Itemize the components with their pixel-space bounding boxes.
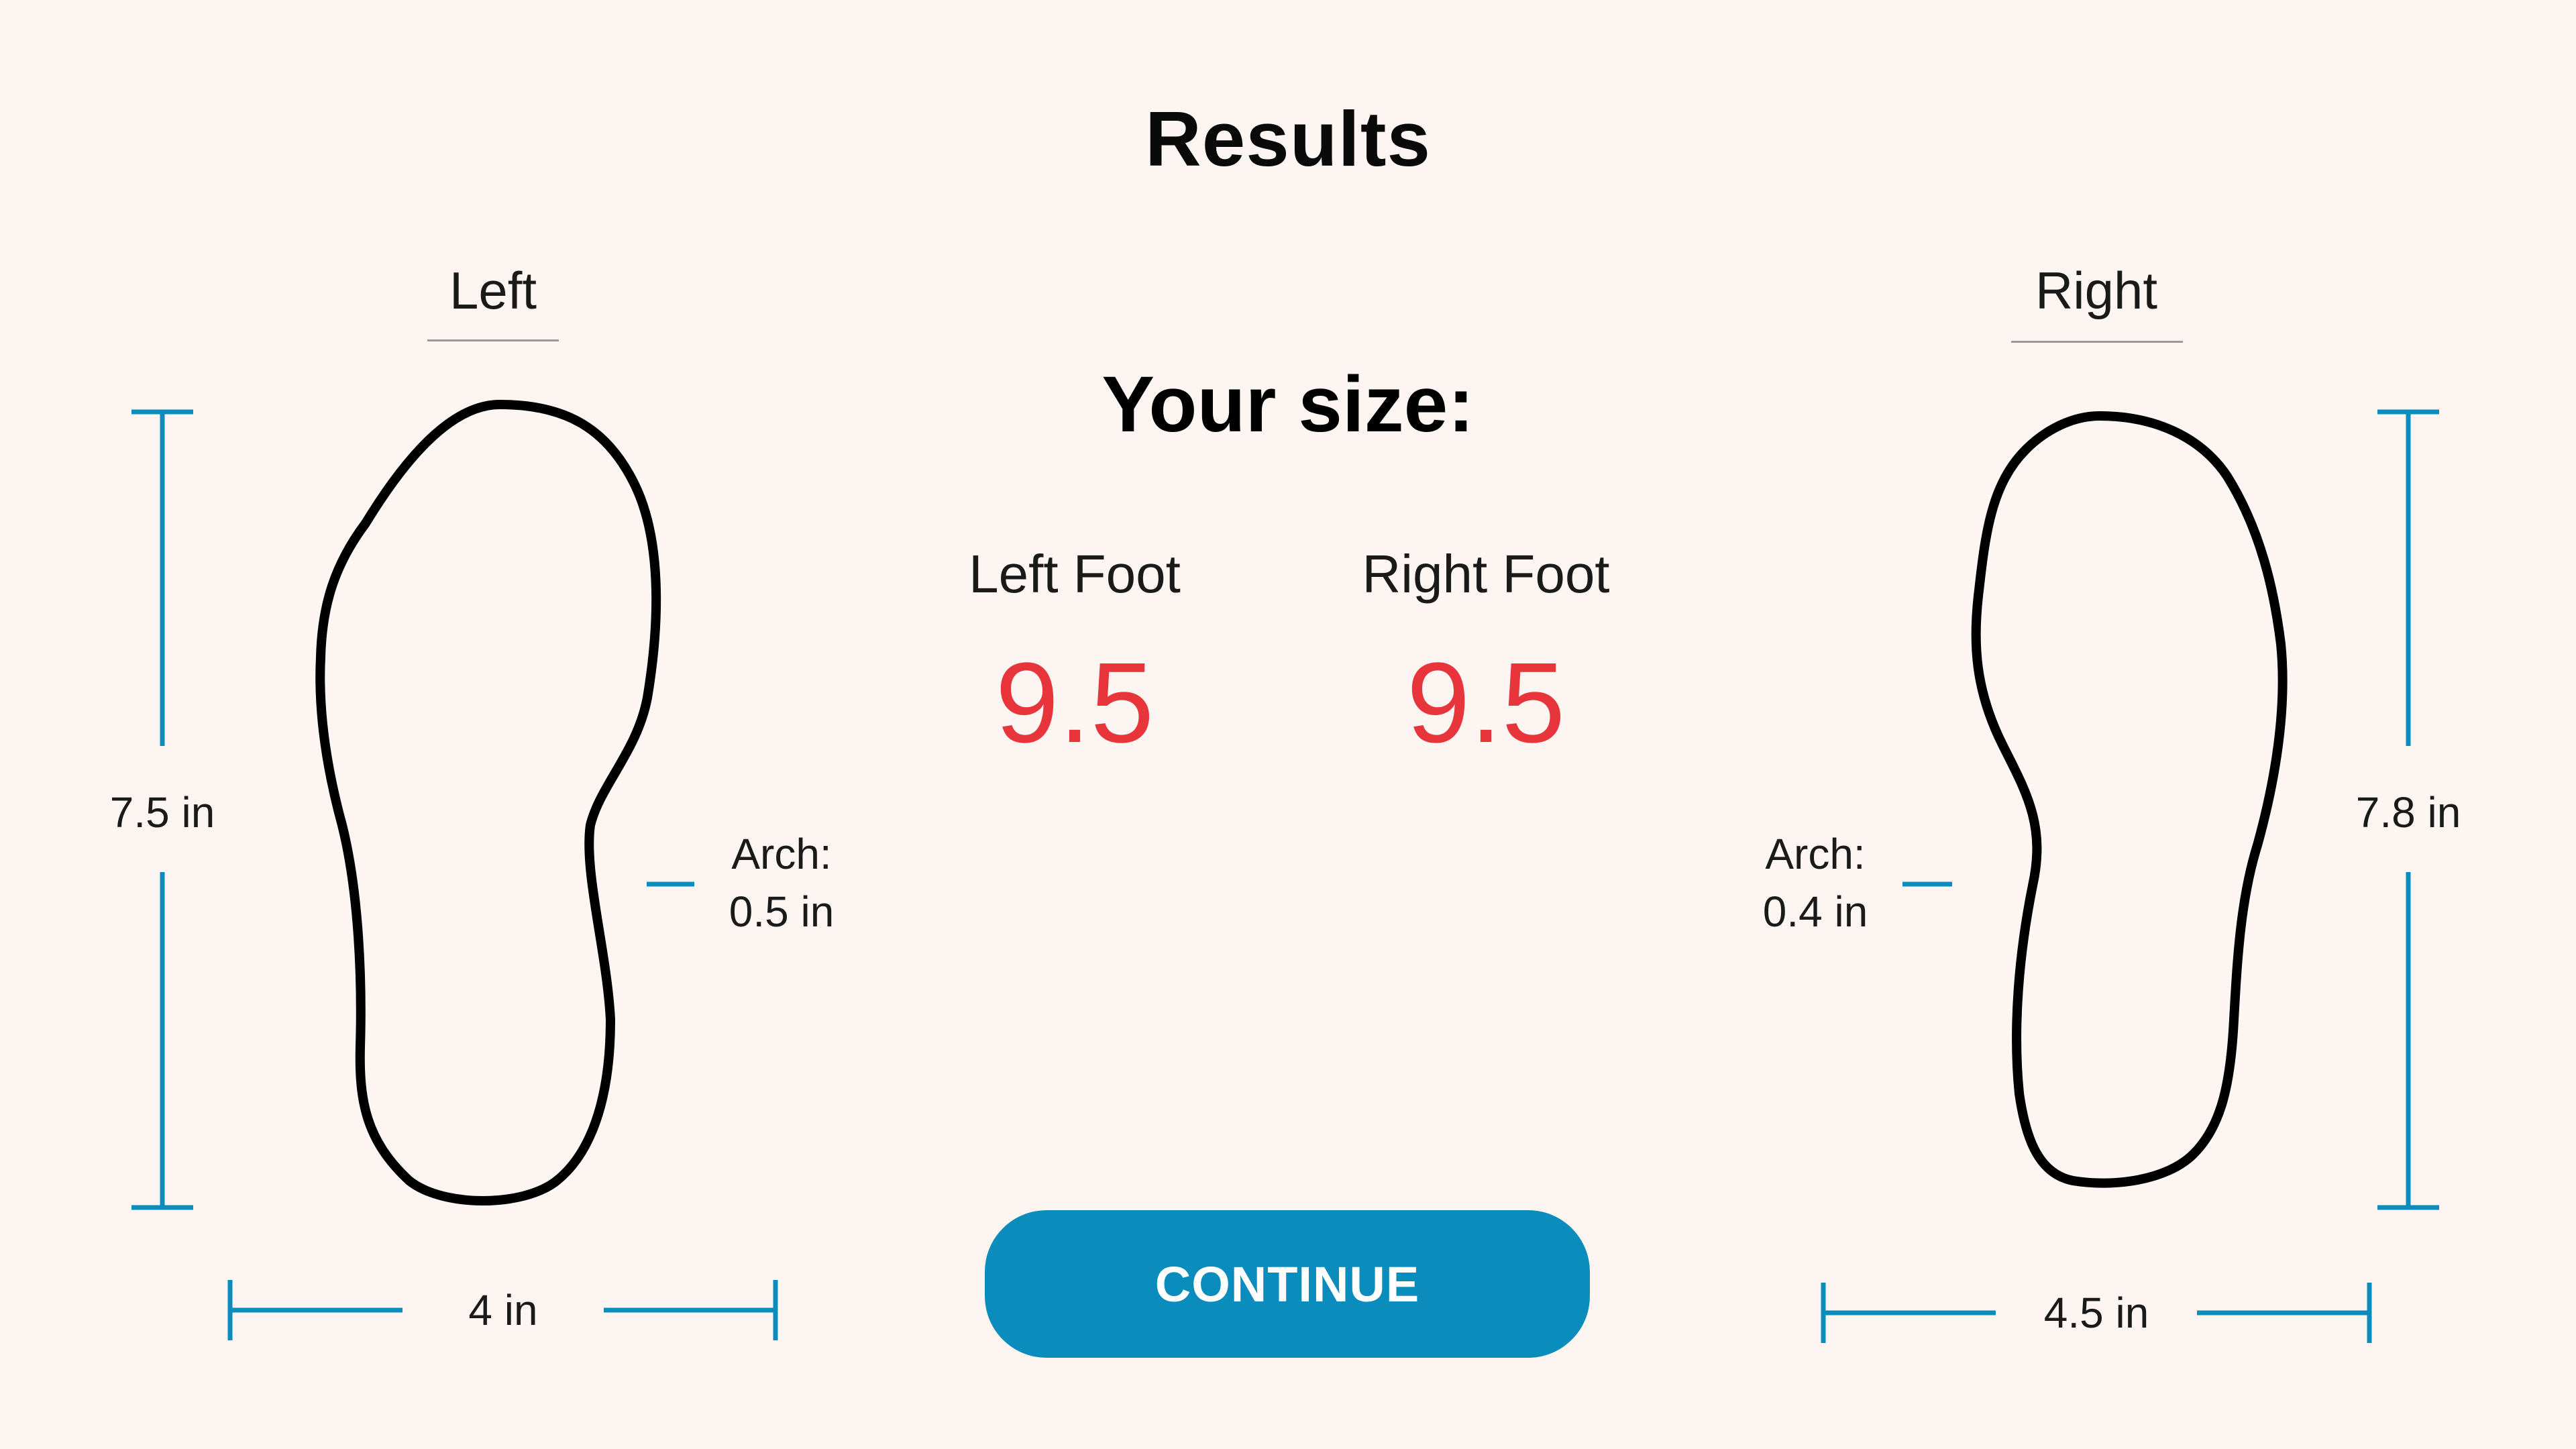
left-width-label: 4 in <box>402 1281 604 1340</box>
left-arch-value: 0.5 in <box>694 883 869 941</box>
left-length-label: 7.5 in <box>62 784 263 842</box>
left-arch-measurement: Arch: 0.5 in <box>694 825 869 941</box>
left-arch-label: Arch: <box>694 825 869 883</box>
right-footprint-outline <box>1971 411 2288 1188</box>
right-arch-value: 0.4 in <box>1728 883 1902 941</box>
right-length-label: 7.8 in <box>2308 784 2509 842</box>
left-footprint-outline <box>315 400 661 1205</box>
continue-button-label: CONTINUE <box>1155 1256 1420 1312</box>
right-width-label: 4.5 in <box>1996 1284 2197 1342</box>
right-arch-measurement: Arch: 0.4 in <box>1728 825 1902 941</box>
continue-button[interactable]: CONTINUE <box>985 1210 1590 1358</box>
right-arch-label: Arch: <box>1728 825 1902 883</box>
